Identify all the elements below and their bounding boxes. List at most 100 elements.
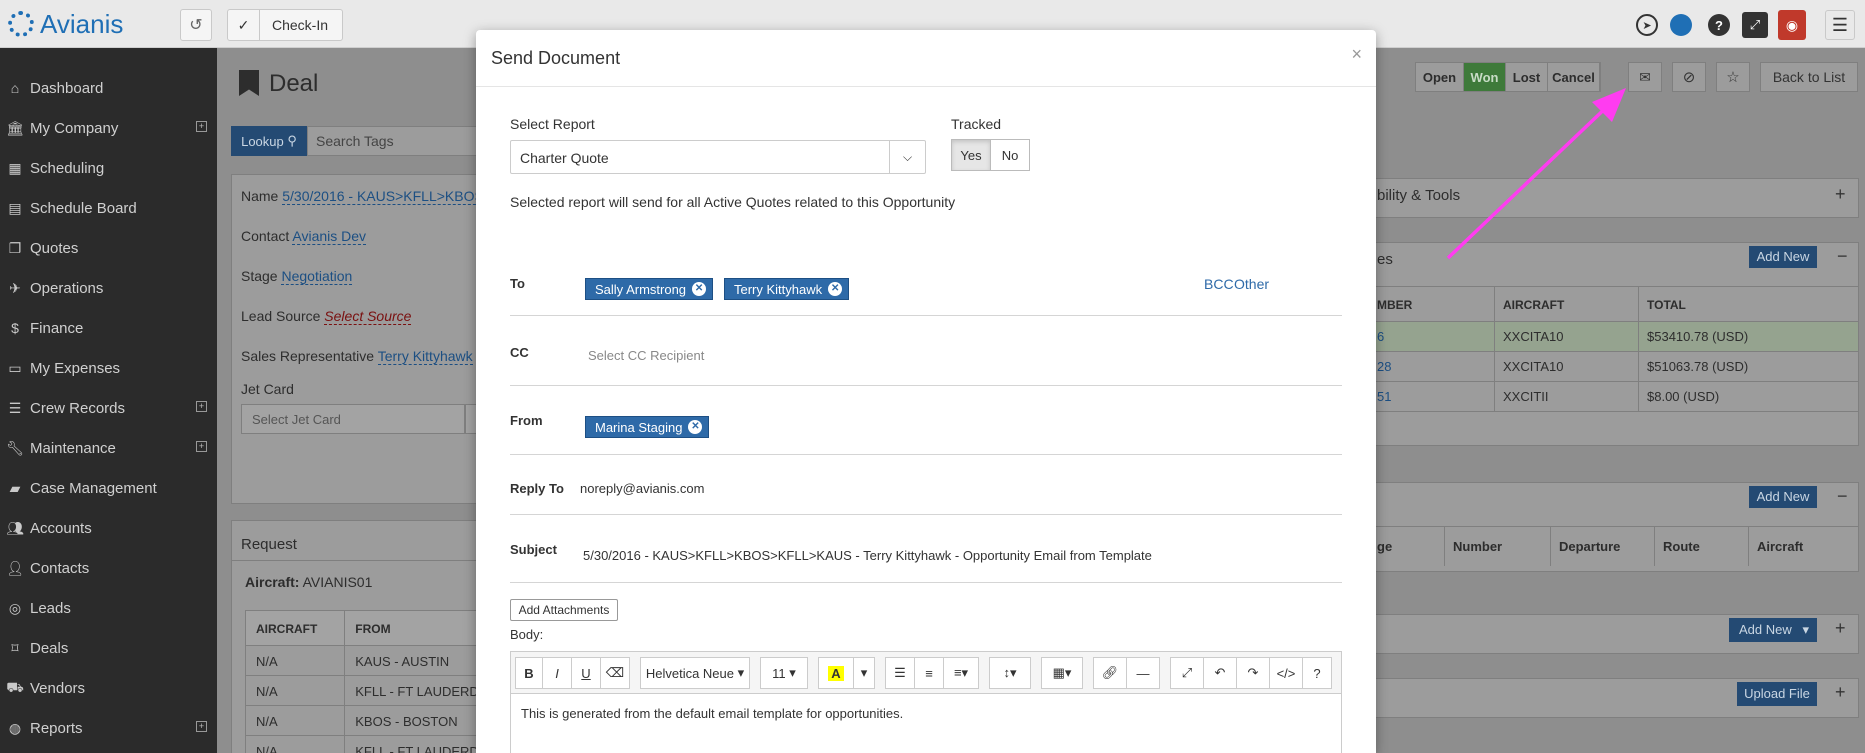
sidebar-item-accounts[interactable]: 👥︎ Accounts xyxy=(0,508,217,548)
horizontal-rule-button[interactable]: — xyxy=(1126,657,1160,689)
align-dropdown[interactable]: ≡▾ xyxy=(943,657,979,689)
third-add-new-button[interactable]: Add New ▾ xyxy=(1729,618,1817,642)
block-button[interactable]: ⊘ xyxy=(1672,62,1706,92)
add-attachments-button[interactable]: Add Attachments xyxy=(510,599,618,621)
stage-link[interactable]: Negotiation xyxy=(281,268,353,285)
favorite-button[interactable]: ☆ xyxy=(1716,62,1750,92)
table-row[interactable]: 6 XXCITA10 $53410.78 (USD) xyxy=(1375,322,1859,352)
fullscreen-icon[interactable]: ⤢ xyxy=(1742,12,1768,38)
fingerprint-icon[interactable]: ◉ xyxy=(1778,10,1806,40)
files-expand-icon[interactable]: + xyxy=(1835,682,1846,703)
other-link[interactable]: Other xyxy=(1234,276,1269,292)
jet-card-select[interactable]: Select Jet Card xyxy=(241,404,465,434)
sidebar-item-scheduling[interactable]: ▦ Scheduling xyxy=(0,148,217,188)
logo-sun-icon xyxy=(8,11,34,37)
remove-recipient-icon[interactable]: ✕ xyxy=(692,282,707,296)
availability-expand-icon[interactable]: + xyxy=(1835,184,1846,205)
redo-button[interactable]: ↷ xyxy=(1236,657,1270,689)
underline-button[interactable]: U xyxy=(571,657,601,689)
back-to-list-label: Back to List xyxy=(1772,69,1846,85)
close-icon[interactable]: × xyxy=(1351,44,1362,65)
remove-sender-icon[interactable]: ✕ xyxy=(688,420,703,434)
sidebar-item-operations[interactable]: ✈ Operations xyxy=(0,268,217,308)
sidebar-item-contacts[interactable]: 👤︎ Contacts xyxy=(0,548,217,588)
sidebar-item-vendors[interactable]: ⛟ Vendors xyxy=(0,668,217,708)
link-button[interactable]: 🔗︎ xyxy=(1093,657,1127,689)
table-dropdown[interactable]: ▦▾ xyxy=(1041,657,1083,689)
sales-rep-link[interactable]: Terry Kittyhawk xyxy=(377,348,473,365)
expand-plus-icon[interactable]: + xyxy=(196,401,207,412)
lookup-button[interactable]: Lookup ⚲ xyxy=(231,126,307,156)
font-size-dropdown[interactable]: 11 ▾ xyxy=(760,657,808,689)
text-color-dropdown[interactable]: ▾ xyxy=(853,657,875,689)
check-in-label: Check-In xyxy=(272,17,329,33)
quote-number-link[interactable]: 28 xyxy=(1375,352,1495,381)
sidebar-item-deals[interactable]: ⌑ Deals xyxy=(0,628,217,668)
quotes-add-new-button[interactable]: Add New xyxy=(1749,246,1817,268)
table-row[interactable]: 51 XXCITII $8.00 (USD) xyxy=(1375,382,1859,412)
check-in-button[interactable]: ✓ Check-In xyxy=(227,9,343,41)
remove-recipient-icon[interactable]: ✕ xyxy=(828,282,843,296)
lead-source-link[interactable]: Select Source xyxy=(324,308,412,325)
italic-button[interactable]: I xyxy=(542,657,572,689)
line-height-dropdown[interactable]: ↕▾ xyxy=(989,657,1031,689)
bcc-link[interactable]: BCC xyxy=(1204,276,1234,292)
sidebar-item-quotes[interactable]: ❐ Quotes xyxy=(0,228,217,268)
table-row[interactable]: N/A KFLL - FT LAUDERDA xyxy=(245,736,501,753)
compass-icon[interactable]: ➤ xyxy=(1636,14,1658,36)
quote-number-link[interactable]: 51 xyxy=(1375,382,1495,411)
text-color-button[interactable]: A xyxy=(818,657,854,689)
clear-format-button[interactable]: ⌫ xyxy=(600,657,630,689)
table-row[interactable]: N/A KBOS - BOSTON xyxy=(245,706,501,736)
quotes-collapse-icon[interactable]: − xyxy=(1837,246,1848,267)
expand-plus-icon[interactable]: + xyxy=(196,121,207,132)
sidebar-item-reports[interactable]: ◍ Reports + xyxy=(0,708,217,748)
code-view-button[interactable]: </> xyxy=(1269,657,1303,689)
sun-badge-icon[interactable] xyxy=(1670,14,1692,36)
font-family-dropdown[interactable]: Helvetica Neue ▾ xyxy=(640,657,750,689)
tracked-yes-button[interactable]: Yes xyxy=(951,139,991,171)
sidebar-item-leads[interactable]: ◎ Leads xyxy=(0,588,217,628)
name-link[interactable]: 5/30/2016 - KAUS>KFLL>KBOS>K xyxy=(282,188,502,205)
bold-button[interactable]: B xyxy=(515,657,543,689)
upload-file-button[interactable]: Upload File xyxy=(1737,682,1817,706)
to-recipient-chip[interactable]: Sally Armstrong ✕ xyxy=(585,278,714,300)
contact-link[interactable]: Avianis Dev xyxy=(292,228,367,245)
expand-plus-icon[interactable]: + xyxy=(196,441,207,452)
sidebar-item-fuelerlinx[interactable]: ⛽︎FuelerLinx xyxy=(0,748,217,753)
sidebar-item-my-expenses[interactable]: ▭ My Expenses xyxy=(0,348,217,388)
trips-add-new-button[interactable]: Add New xyxy=(1749,486,1817,508)
expand-plus-icon[interactable]: + xyxy=(196,721,207,732)
fullscreen-button[interactable]: ⤢ xyxy=(1170,657,1204,689)
bullet-list-button[interactable]: ☰ xyxy=(885,657,915,689)
undo-button[interactable]: ↶ xyxy=(1203,657,1237,689)
sidebar-item-finance[interactable]: $ Finance xyxy=(0,308,217,348)
third-expand-icon[interactable]: + xyxy=(1835,618,1846,639)
from-sender-chip[interactable]: Marina Staging ✕ xyxy=(585,416,710,438)
sidebar-item-schedule-board[interactable]: ▤ Schedule Board xyxy=(0,188,217,228)
back-to-list-button[interactable]: Back to List xyxy=(1760,62,1858,92)
cc-input[interactable]: Select CC Recipient xyxy=(585,342,1325,368)
sidebar-item-maintenance[interactable]: 🔧︎ Maintenance + xyxy=(0,428,217,468)
subject-input[interactable]: 5/30/2016 - KAUS>KFLL>KBOS>KFLL>KAUS - T… xyxy=(583,548,1152,563)
sidebar-item-crew-records[interactable]: ☰ Crew Records + xyxy=(0,388,217,428)
table-row[interactable]: N/A KAUS - AUSTIN xyxy=(245,646,501,676)
sidebar-item-dashboard[interactable]: ⌂ Dashboard xyxy=(0,68,217,108)
history-button[interactable]: ↺ xyxy=(180,9,212,41)
quote-number-link[interactable]: 6 xyxy=(1375,322,1495,351)
select-report-dropdown[interactable]: Charter Quote ⌵ xyxy=(510,140,926,174)
numbered-list-button[interactable]: ≡ xyxy=(914,657,944,689)
tracked-no-button[interactable]: No xyxy=(990,139,1030,171)
sidebar-item-case-management[interactable]: ▰ Case Management xyxy=(0,468,217,508)
table-row[interactable]: 28 XXCITA10 $51063.78 (USD) xyxy=(1375,352,1859,382)
help-icon[interactable]: ? xyxy=(1708,14,1730,36)
help-button[interactable]: ? xyxy=(1302,657,1332,689)
menu-icon[interactable]: ☰ xyxy=(1825,10,1855,40)
editor-content[interactable]: This is generated from the default email… xyxy=(511,693,1341,753)
to-recipient-chip[interactable]: Terry Kittyhawk ✕ xyxy=(724,278,850,300)
trips-collapse-icon[interactable]: − xyxy=(1837,486,1848,507)
sidebar-item-my-company[interactable]: 🏛︎ My Company + xyxy=(0,108,217,148)
app-logo[interactable]: Avianis xyxy=(8,9,123,39)
reply-to-value[interactable]: noreply@avianis.com xyxy=(580,481,704,496)
table-row[interactable]: N/A KFLL - FT LAUDERDA xyxy=(245,676,501,706)
